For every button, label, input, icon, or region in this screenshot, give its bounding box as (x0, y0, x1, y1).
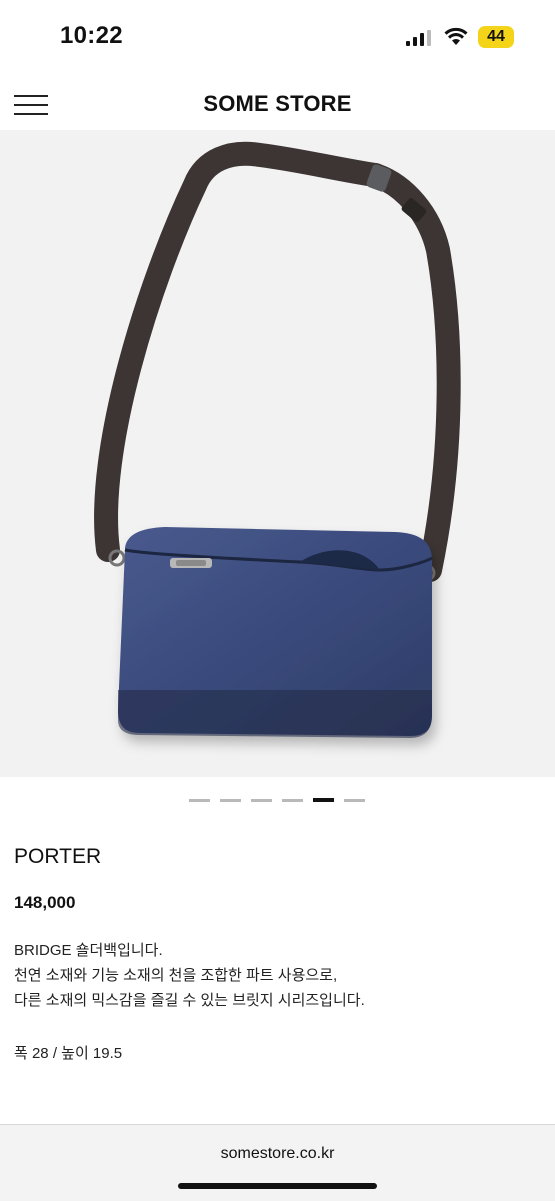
status-time: 10:22 (60, 22, 123, 49)
header: SOME STORE (0, 75, 555, 130)
url-text[interactable]: somestore.co.kr (0, 1145, 555, 1163)
pagination-dot-active[interactable] (313, 798, 334, 802)
pagination-dot[interactable] (220, 799, 241, 802)
pagination-dot[interactable] (282, 799, 303, 802)
image-pagination (189, 798, 365, 804)
cellular-signal-icon (406, 30, 431, 46)
status-bar: 10:22 44 (0, 0, 555, 70)
browser-address-bar[interactable]: somestore.co.kr (0, 1124, 555, 1201)
product-price: 148,000 (14, 893, 76, 912)
description-line: BRIDGE 숄더백입니다. (14, 942, 163, 959)
description-line: 다른 소재의 믹스감을 즐길 수 있는 브릿지 시리즈입니다. (14, 992, 365, 1009)
store-title[interactable]: SOME STORE (0, 91, 555, 117)
shoulder-bag-illustration (94, 141, 461, 738)
product-size: 폭 28 / 높이 19.5 (14, 1045, 123, 1062)
product-description: BRIDGE 숄더백입니다. 천연 소재와 기능 소재의 천을 조합한 파트 사… (14, 938, 365, 1013)
description-line: 천연 소재와 기능 소재의 천을 조합한 파트 사용으로, (14, 967, 338, 984)
product-brand: PORTER (14, 845, 102, 868)
wifi-icon (444, 27, 468, 45)
pagination-dot[interactable] (344, 799, 365, 802)
battery-indicator: 44 (478, 26, 514, 48)
product-image[interactable] (0, 130, 555, 777)
home-indicator[interactable] (178, 1183, 377, 1189)
pagination-dot[interactable] (189, 799, 210, 802)
pagination-dot[interactable] (251, 799, 272, 802)
